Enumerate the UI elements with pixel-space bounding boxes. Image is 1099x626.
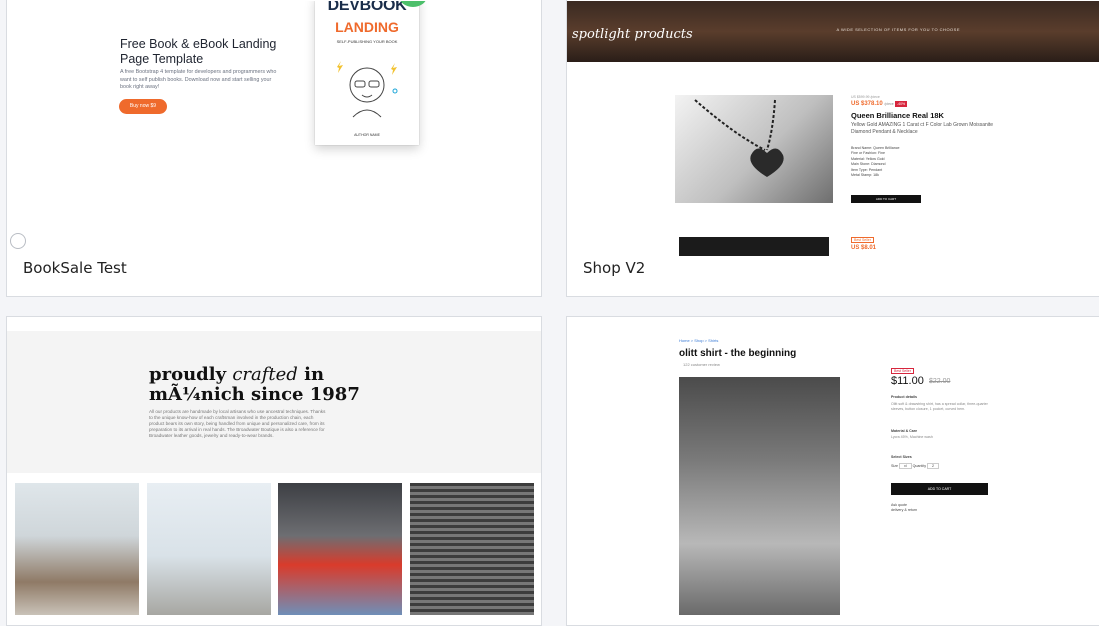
best-seller-tag: Best Seller: [851, 237, 874, 243]
card-title: Shop V2: [583, 259, 646, 277]
title-word-italic: crafted: [232, 364, 298, 385]
size-title: Select Sizes: [891, 455, 912, 459]
price-old: US $599.99 /piece: [851, 95, 880, 99]
developer-illustration-icon: [337, 61, 398, 118]
product-title: olitt shirt - the beginning: [679, 348, 797, 359]
care-title: Material & Care: [891, 429, 918, 433]
hero-subtitle: A WIDE SELECTION OF ITEMS FOR YOU TO CHO…: [836, 27, 960, 32]
product-price: $11.00: [891, 375, 924, 387]
preview-title: Free Book & eBook Landing Page Template: [120, 37, 277, 66]
details-title: Product details: [891, 395, 917, 399]
price-2: US $8.01: [851, 245, 877, 251]
qty-label: Quantity: [912, 464, 926, 468]
card-title: BookSale Test: [23, 259, 127, 277]
gallery-photo: [15, 483, 139, 615]
template-preview[interactable]: Home > Shop > Shirts olitt shirt - the b…: [567, 317, 1099, 615]
add-to-cart-button: ADD TO CART: [891, 483, 988, 495]
extra-link: delivery & return: [891, 508, 918, 512]
book-cover: DEVBOOK LANDING SELF-PUBLISHING YOUR BOO…: [315, 1, 419, 145]
size-qty-row: Size xl Quantity 2: [891, 463, 1011, 469]
care-text: Lycra 45%, Machine wash: [891, 435, 933, 439]
product-description: Yellow Gold AMAZING 1 Carat ct F Color L…: [851, 122, 994, 135]
qty-select: 2: [927, 463, 939, 469]
spec-line: Metal Stamp: 18k: [851, 173, 879, 178]
price-new: US $378.10 /piece: [851, 101, 894, 107]
book-subtitle: SELF-PUBLISHING YOUR BOOK: [336, 39, 398, 44]
title-word: proudly: [149, 364, 227, 385]
add-to-cart-button: ADD TO CART: [851, 195, 921, 203]
size-label: Size: [891, 464, 898, 468]
product-photo: [679, 377, 840, 615]
breadcrumb: Home > Shop > Shirts: [679, 338, 719, 343]
price-value: US $378.10: [851, 101, 883, 107]
gallery-photo: [278, 483, 402, 615]
template-preview[interactable]: spotlight products A WIDE SELECTION OF I…: [567, 1, 1099, 256]
product-image-2: [679, 237, 829, 256]
product-image: [675, 95, 833, 203]
hero-banner: spotlight products A WIDE SELECTION OF I…: [567, 1, 1099, 62]
hero-section: proudly crafted in mÃ¼nich since 1987 Al…: [7, 331, 541, 473]
template-card-booksale[interactable]: Free Book & eBook Landing Page Template …: [6, 0, 542, 297]
hero-description: All our products are handmade by local a…: [149, 409, 326, 438]
title-word: in: [304, 364, 325, 385]
book-title-line2: LANDING: [335, 19, 399, 35]
stock-badge: Best Seller: [891, 368, 914, 374]
review-count: 122 customer review: [683, 362, 720, 367]
size-select: xl: [899, 463, 912, 469]
template-preview[interactable]: proudly crafted in mÃ¼nich since 1987 Al…: [7, 317, 541, 615]
necklace-icon: [694, 99, 784, 177]
book-author: AUTHOR NAME: [354, 133, 380, 137]
gallery-photo: [410, 483, 534, 615]
preview-description: A free Bootstrap 4 template for develope…: [120, 69, 277, 90]
select-radio[interactable]: [10, 233, 26, 249]
template-card-4[interactable]: Home > Shop > Shirts olitt shirt - the b…: [566, 316, 1099, 626]
hero-title: proudly crafted in mÃ¼nich since 1987: [149, 365, 360, 405]
product-old-price: $22.00: [929, 378, 951, 385]
template-card-shop-v2[interactable]: spotlight products A WIDE SELECTION OF I…: [566, 0, 1099, 297]
template-preview[interactable]: Free Book & eBook Landing Page Template …: [7, 1, 541, 256]
sale-badge: -40%: [895, 101, 908, 107]
product-name: Queen Brilliance Real 18K: [851, 111, 944, 120]
product-specs: Brand Name: Queen Brilliance Fine or Fas…: [851, 146, 900, 178]
price-unit: /piece: [884, 102, 894, 106]
details-text: Olitt soft & drawstring shirt, has a spr…: [891, 402, 988, 411]
preview-buy-button: Buy now $9: [119, 99, 167, 114]
gallery-photo: [147, 483, 271, 615]
template-card-3[interactable]: proudly crafted in mÃ¼nich since 1987 Al…: [6, 316, 542, 626]
title-line-2: mÃ¼nich since 1987: [149, 384, 360, 405]
hero-title: spotlight products: [572, 27, 693, 42]
